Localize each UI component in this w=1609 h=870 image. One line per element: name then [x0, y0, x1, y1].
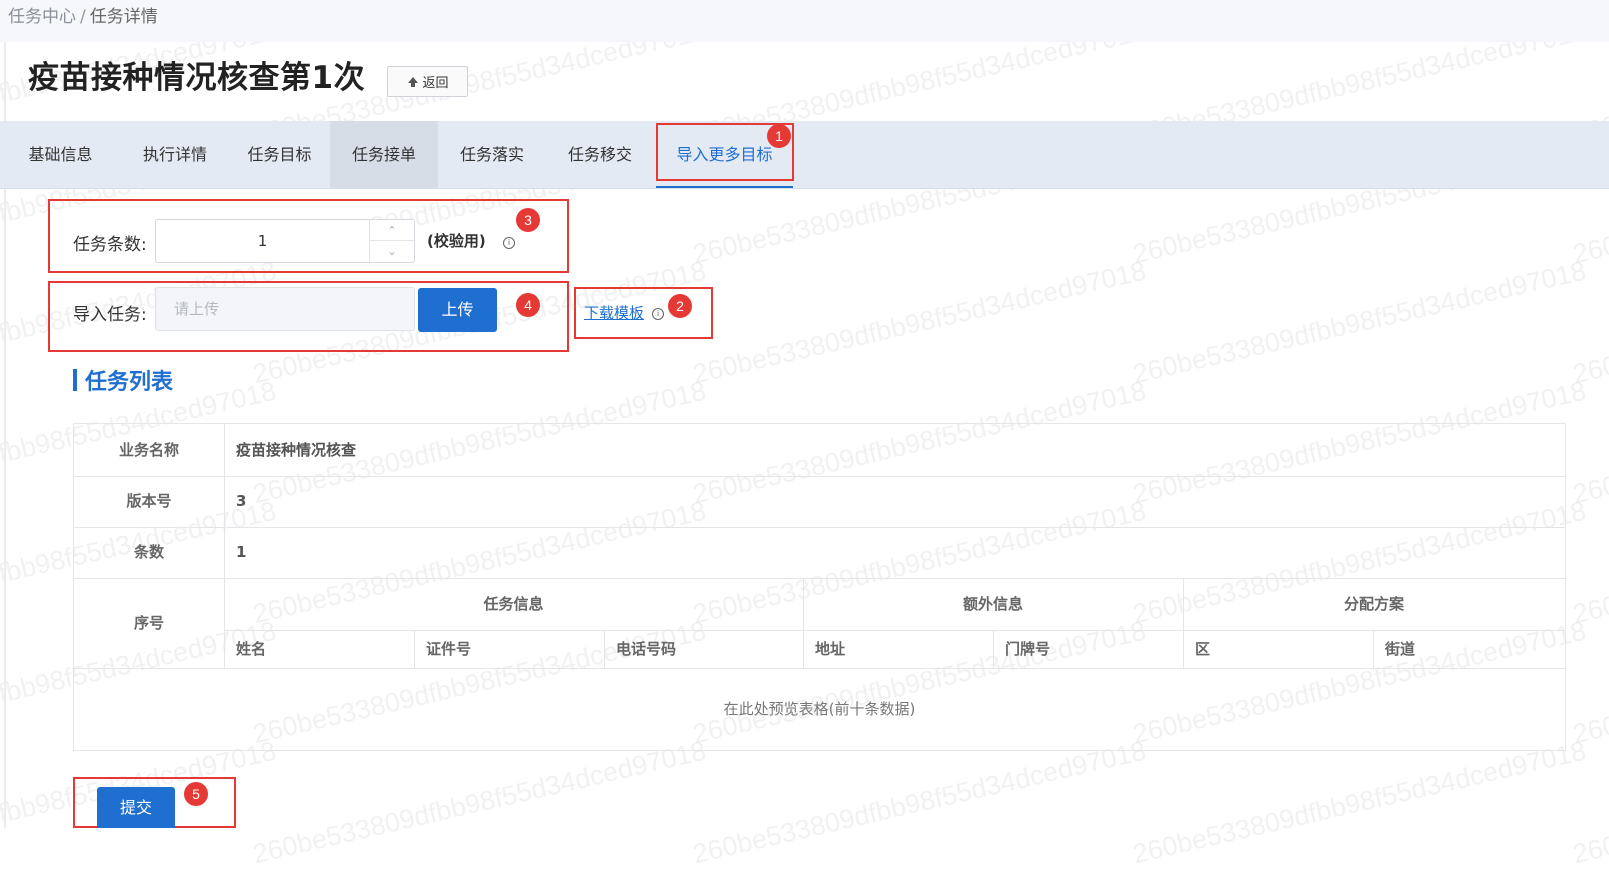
breadcrumb-task-center[interactable]: 任务中心	[8, 7, 76, 27]
watermark-text: 260be533809dfbb98f55d34dced97018	[1130, 255, 1589, 390]
tab-bar: 基础信息 执行详情 任务目标 任务接单 任务落实 任务移交 导入更多目标	[0, 121, 1609, 189]
watermark-text: 260be533809dfbb98f55d34dced97018	[690, 735, 1149, 870]
col-header-street: 街道	[1385, 640, 1416, 658]
row-value-version: 3	[236, 492, 247, 510]
breadcrumb-bar: 任务中心 / 任务详情	[0, 0, 1609, 42]
watermark-text: 260be533809dfbb98f55d34dced97018	[690, 255, 1149, 390]
tab-basic-info[interactable]: 基础信息	[0, 121, 121, 188]
annotation-badge-5: 5	[184, 782, 208, 806]
back-button-label: 返回	[422, 76, 449, 91]
watermark-text: 260be533809dfbb98f55d34dced97018	[1570, 471, 1609, 510]
info-icon: i	[503, 237, 515, 249]
section-title-bar	[73, 369, 77, 391]
table-empty-text: 在此处预览表格(前十条数据)	[723, 700, 916, 718]
task-count-value[interactable]: 1	[156, 220, 369, 262]
submit-button[interactable]: 提交	[97, 787, 175, 828]
annotation-badge-1: 1	[767, 124, 791, 148]
info-icon: i	[652, 308, 664, 320]
row-label-count: 条数	[133, 543, 164, 561]
page-title: 疫苗接种情况核查第1次	[28, 60, 366, 96]
annotation-badge-4: 4	[516, 293, 540, 317]
task-count-label: 任务条数:	[73, 235, 147, 255]
col-header-seq: 序号	[133, 614, 164, 632]
tab-task-implementation[interactable]: 任务落实	[438, 121, 546, 188]
tab-execution-details[interactable]: 执行详情	[121, 121, 229, 188]
tab-task-targets[interactable]: 任务目标	[229, 121, 330, 188]
watermark-text: 260be533809dfbb98f55d34dced97018	[1570, 231, 1609, 270]
decrement-icon[interactable]: ⌄	[370, 241, 414, 262]
arrow-up-icon	[408, 76, 419, 87]
upload-button[interactable]: 上传	[418, 288, 497, 332]
watermark-text: 260be533809dfbb98f55d34dced97018	[1570, 351, 1609, 390]
increment-icon[interactable]: ⌃	[370, 220, 414, 241]
annotation-badge-3: 3	[516, 208, 540, 232]
col-header-name: 姓名	[236, 640, 267, 658]
stepper-controls: ⌃ ⌄	[369, 220, 414, 262]
check-hint: (校验用)	[427, 232, 486, 250]
task-list-table: 业务名称 疫苗接种情况核查 版本号 3 条数 1 序号 任务信息 额外信息 分配…	[73, 423, 1566, 751]
col-header-district: 区	[1195, 640, 1211, 658]
row-label-business-name: 业务名称	[118, 441, 179, 459]
annotation-badge-2: 2	[668, 294, 692, 318]
section-title-text: 任务列表	[85, 370, 174, 395]
tab-task-acceptance[interactable]: 任务接单	[330, 121, 438, 188]
tab-task-transfer[interactable]: 任务移交	[546, 121, 654, 188]
group-header-extra-info: 额外信息	[962, 595, 1023, 613]
row-value-business-name: 疫苗接种情况核查	[236, 441, 357, 459]
watermark-text: 260be533809dfbb98f55d34dced97018	[1570, 591, 1609, 630]
breadcrumb: 任务中心 / 任务详情	[8, 2, 158, 27]
col-header-id-number: 证件号	[426, 640, 472, 658]
row-label-version: 版本号	[126, 492, 172, 510]
download-template-link[interactable]: 下载模板	[584, 302, 644, 323]
task-count-stepper[interactable]: 1 ⌃ ⌄	[155, 219, 415, 263]
breadcrumb-separator: /	[80, 7, 86, 27]
col-header-phone: 电话号码	[616, 640, 677, 658]
watermark-text: 260be533809dfbb98f55d34dced97018	[1130, 735, 1589, 870]
col-header-house-number: 门牌号	[1005, 640, 1051, 658]
group-header-assignment: 分配方案	[1343, 595, 1404, 613]
row-value-count: 1	[236, 543, 247, 561]
import-file-input[interactable]: 请上传	[155, 287, 415, 331]
col-header-address: 地址	[815, 640, 846, 658]
import-task-label: 导入任务:	[73, 305, 147, 325]
section-title: 任务列表	[73, 364, 173, 396]
watermark-text: 260be533809dfbb98f55d34dced97018	[1570, 711, 1609, 750]
breadcrumb-current: 任务详情	[89, 7, 158, 27]
group-header-task-info: 任务信息	[483, 595, 544, 613]
back-button[interactable]: 返回	[387, 66, 468, 97]
watermark-text: 260be533809dfbb98f55d34dced97018	[250, 735, 709, 870]
watermark-text: 260be533809dfbb98f55d34dced97018	[1570, 831, 1609, 870]
